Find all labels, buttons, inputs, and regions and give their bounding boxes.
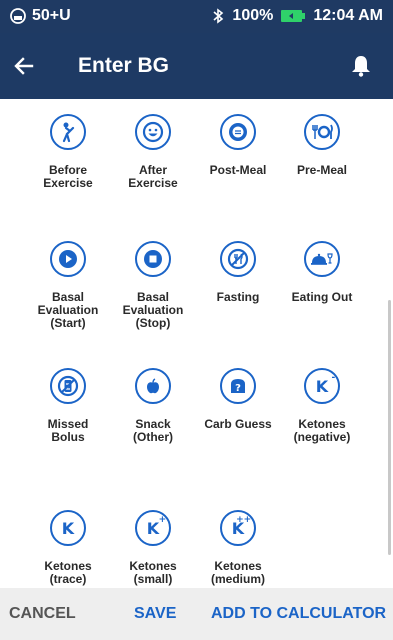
tag-circle: K- (304, 368, 340, 404)
no-food-icon (227, 248, 249, 270)
ketones-negative-icon: K- (315, 372, 336, 396)
tag-circle: K + (135, 510, 171, 546)
status-left: 50+U (10, 7, 71, 25)
tag-ketones-negative[interactable]: K- Ketones (negative) (279, 368, 365, 444)
ketones-trace-icon: K (61, 518, 75, 538)
tag-label: Carb Guess (204, 417, 272, 431)
notification-button[interactable] (347, 51, 375, 81)
utensils-plate-icon (312, 124, 333, 139)
tag-label: Before Exercise (43, 163, 93, 190)
bread-question-icon: ? (231, 379, 245, 394)
battery-percent: 100% (232, 7, 274, 24)
svg-text:?: ? (235, 383, 241, 394)
tag-snack-other[interactable]: Snack (Other) (110, 368, 196, 444)
back-button[interactable] (8, 50, 40, 82)
tag-label: Post-Meal (209, 163, 267, 177)
status-right: 100% 12:04 AM (212, 7, 383, 25)
tag-circle (135, 114, 171, 150)
save-button[interactable]: SAVE (134, 605, 176, 623)
tag-circle (50, 241, 86, 277)
status-bar: 50+U 100% 12:04 AM (0, 0, 393, 33)
tag-basal-eval-stop[interactable]: Basal Evaluation (Stop) (110, 241, 196, 330)
tag-circle: K (50, 510, 86, 546)
tag-pre-meal[interactable]: Pre-Meal (279, 114, 365, 177)
tag-label: Pre-Meal (296, 163, 348, 177)
tag-circle (135, 368, 171, 404)
tag-circle: ? (220, 368, 256, 404)
tag-eating-out[interactable]: Eating Out (279, 241, 365, 304)
tag-circle (50, 114, 86, 150)
tag-label: Ketones (small) (129, 559, 177, 586)
ketones-medium-icon: K ++ (231, 514, 252, 538)
page-title: Enter BG (78, 54, 170, 77)
cancel-button[interactable]: CANCEL (9, 605, 76, 623)
tag-label: After Exercise (128, 163, 178, 190)
tag-circle: K ++ (220, 510, 256, 546)
carrier-text: 50+U (32, 7, 71, 24)
apple-icon (147, 378, 159, 394)
tag-circle (220, 114, 256, 150)
tag-label: Ketones (medium) (211, 559, 265, 586)
bell-icon (352, 56, 370, 77)
cloche-glass-icon (311, 253, 333, 265)
tag-ketones-medium[interactable]: K ++ Ketones (medium) (195, 510, 281, 586)
tag-list[interactable]: Before Exercise After Exercise Post-Meal (0, 99, 393, 588)
tag-label: Basal Evaluation (Stop) (122, 290, 184, 330)
app-bar: Enter BG (0, 33, 393, 99)
tag-label: Missed Bolus (47, 417, 89, 444)
tag-after-exercise[interactable]: After Exercise (110, 114, 196, 190)
tag-circle (304, 241, 340, 277)
play-icon (59, 250, 77, 268)
battery-icon (281, 10, 306, 22)
empty-plate-icon (229, 123, 247, 141)
ketones-small-icon: K + (146, 514, 167, 538)
tag-label: Ketones (trace) (44, 559, 92, 586)
tag-label: Ketones (negative) (293, 417, 351, 444)
back-arrow-icon (14, 57, 34, 75)
tag-before-exercise[interactable]: Before Exercise (25, 114, 111, 190)
tag-label: Eating Out (291, 290, 353, 304)
tag-fasting[interactable]: Fasting (195, 241, 281, 304)
tag-post-meal[interactable]: Post-Meal (195, 114, 281, 177)
scrollbar[interactable] (388, 300, 391, 555)
missed-bolus-icon (57, 375, 79, 397)
tag-circle (50, 368, 86, 404)
action-bar: CANCEL SAVE ADD TO CALCULATOR (0, 588, 393, 640)
tag-circle (135, 241, 171, 277)
tag-label: Snack (Other) (133, 417, 173, 444)
tag-label: Basal Evaluation (Start) (37, 290, 99, 330)
pod-status-icon (10, 8, 26, 24)
stop-icon (144, 250, 162, 268)
happy-face-icon (142, 121, 164, 143)
tag-missed-bolus[interactable]: Missed Bolus (25, 368, 111, 444)
bluetooth-icon (213, 8, 224, 24)
tag-circle (220, 241, 256, 277)
tag-carb-guess[interactable]: ? Carb Guess (195, 368, 281, 431)
tag-basal-eval-start[interactable]: Basal Evaluation (Start) (25, 241, 111, 330)
tag-label: Fasting (216, 290, 260, 304)
tag-circle (304, 114, 340, 150)
tag-ketones-trace[interactable]: K Ketones (trace) (25, 510, 111, 586)
exercise-icon (62, 122, 75, 143)
add-to-calculator-button[interactable]: ADD TO CALCULATOR (211, 605, 386, 623)
clock-time: 12:04 AM (313, 7, 383, 24)
tag-ketones-small[interactable]: K + Ketones (small) (110, 510, 196, 586)
